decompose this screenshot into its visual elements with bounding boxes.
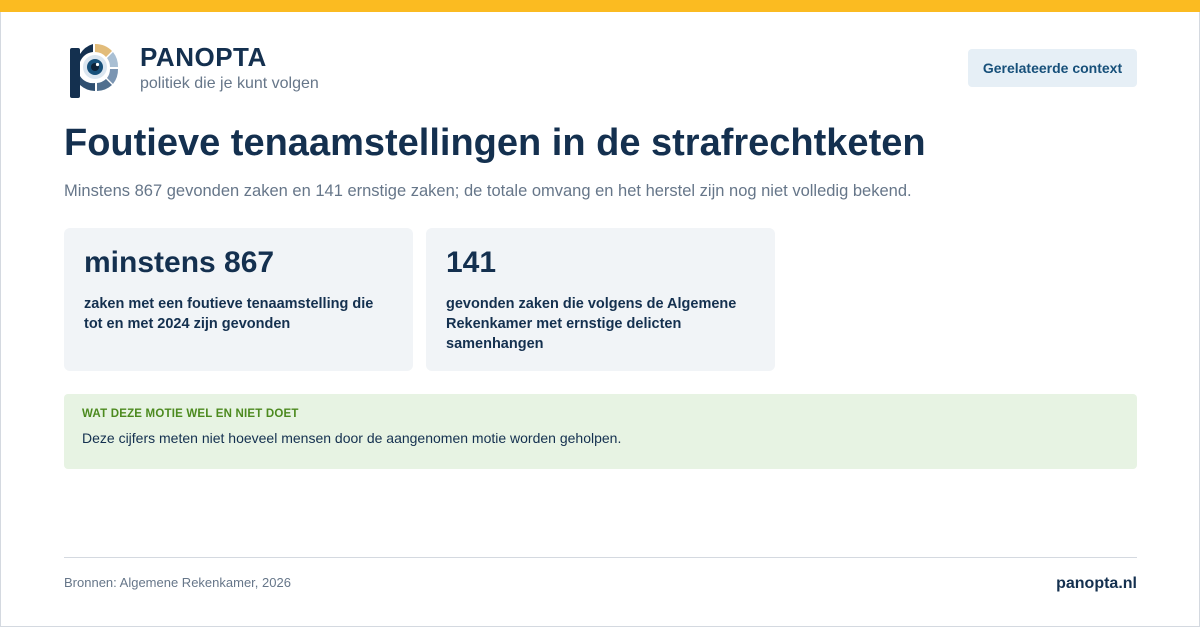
panopta-eye-logo-icon	[68, 40, 122, 100]
accent-top-bar	[0, 0, 1200, 12]
brand-name: PANOPTA	[140, 42, 267, 72]
brand-tagline: politiek die je kunt volgen	[140, 75, 319, 92]
stat-card: minstens 867 zaken met een foutieve tena…	[64, 228, 413, 371]
footer-divider	[64, 557, 1137, 558]
stat-description: zaken met een foutieve tenaamstelling di…	[84, 296, 374, 332]
stat-value: 141	[446, 246, 497, 279]
stat-value: minstens 867	[84, 246, 275, 279]
site-link[interactable]: panopta.nl	[1056, 575, 1137, 593]
note-text: Deze cijfers meten niet hoeveel mensen d…	[82, 430, 622, 446]
stat-card: 141 gevonden zaken die volgens de Algeme…	[426, 228, 775, 371]
motion-note-box: WAT DEZE MOTIE WEL EN NIET DOET Deze cij…	[64, 394, 1137, 469]
sources-text: Bronnen: Algemene Rekenkamer, 2026	[64, 575, 291, 590]
stat-description: gevonden zaken die volgens de Algemene R…	[446, 296, 737, 352]
page-title: Foutieve tenaamstellingen in de strafrec…	[64, 122, 926, 164]
note-label: WAT DEZE MOTIE WEL EN NIET DOET	[82, 408, 299, 420]
related-context-button[interactable]: Gerelateerde context	[968, 49, 1137, 87]
page-subtitle: Minstens 867 gevonden zaken en 141 ernst…	[64, 182, 912, 200]
